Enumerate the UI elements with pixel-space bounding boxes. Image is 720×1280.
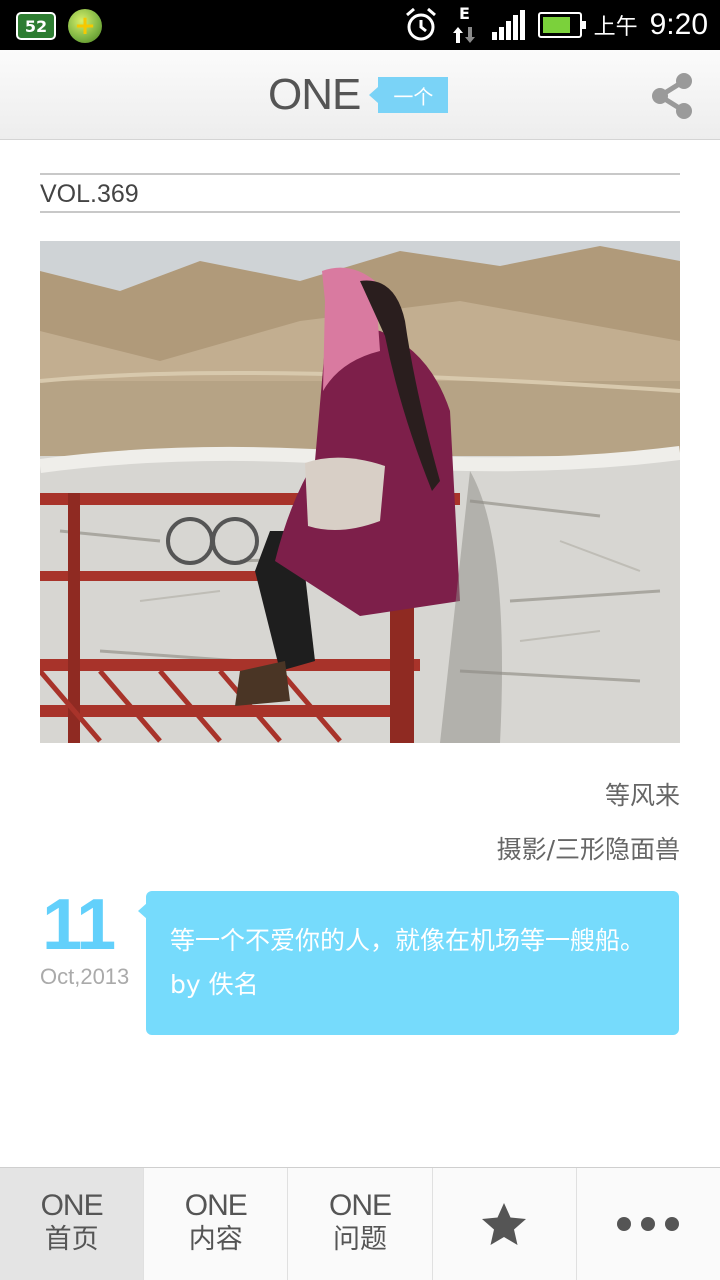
data-transfer-icon: E (452, 5, 475, 43)
battery-level (542, 17, 570, 33)
time-prefix: 上午 (593, 15, 638, 40)
star-icon (482, 1203, 527, 1245)
app-logo: ONE 一个 (268, 70, 449, 120)
nav-content-label: 内容 (188, 1224, 243, 1255)
date-month-year: Oct,2013 (40, 964, 130, 989)
nav-home-label: 首页 (44, 1224, 99, 1255)
photo-title: 等风来 (604, 781, 680, 810)
nav-question-label: 问题 (333, 1224, 387, 1255)
nav-favorites[interactable] (433, 1168, 577, 1280)
featured-photo[interactable] (40, 241, 680, 743)
nav-more[interactable] (577, 1168, 720, 1280)
nav-home-brand: ONE (40, 1189, 104, 1222)
mobile-badge-icon: 52 (16, 12, 56, 40)
clock: 9:20 (649, 8, 708, 41)
status-left: 52 + (16, 9, 102, 43)
nav-content-brand: ONE (184, 1189, 248, 1222)
nav-home[interactable]: ONE 首页 (0, 1168, 145, 1280)
nav-content[interactable]: ONE 内容 (144, 1168, 289, 1280)
status-bar: 52 + E 上午 9:20 (0, 0, 720, 50)
volume-number: VOL.369 (40, 180, 139, 208)
quote-bubble: 等一个不爱你的人，就像在机场等一艘船。by 佚名 (138, 891, 679, 1035)
nav-question[interactable]: ONE 问题 (288, 1168, 433, 1280)
bottom-nav: ONE 首页 ONE 内容 ONE 问题 (0, 1167, 720, 1280)
app-header: ONE 一个 (0, 50, 720, 140)
logo-tag: 一个 (369, 77, 449, 113)
status-right: E 上午 9:20 (404, 5, 708, 44)
share-icon[interactable] (650, 72, 694, 120)
alarm-icon (405, 7, 436, 41)
more-icon (617, 1217, 680, 1231)
signal-icon (491, 10, 525, 40)
logo-text: ONE (268, 70, 361, 119)
volume-header: VOL.369 (40, 173, 680, 213)
security-plus-icon: + (68, 9, 102, 43)
battery-icon (537, 12, 586, 38)
date-day: 11 (42, 885, 116, 965)
quote-text: 等一个不爱你的人，就像在机场等一艘船。by 佚名 (170, 926, 646, 999)
svg-text:E: E (459, 5, 470, 23)
nav-question-brand: ONE (329, 1189, 392, 1222)
photo-credit: 摄影/三形隐面兽 (496, 835, 680, 864)
